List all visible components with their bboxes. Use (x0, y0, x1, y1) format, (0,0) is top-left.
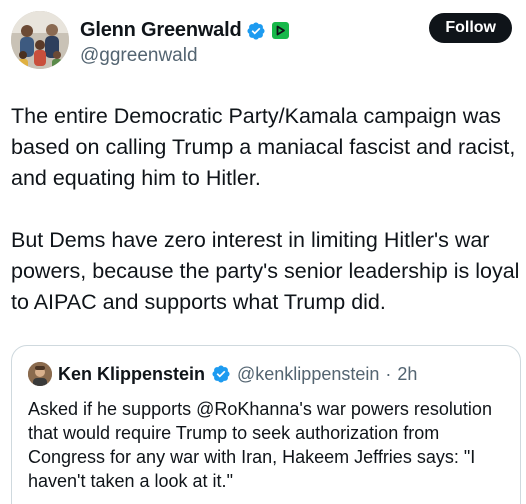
quoted-author-name[interactable]: Ken Klippenstein (58, 364, 205, 385)
author-avatar[interactable] (11, 11, 69, 69)
verified-badge-icon (211, 364, 231, 384)
tweet-paragraph: But Dems have zero interest in limiting … (11, 228, 520, 314)
tweet-header: Glenn Greenwald @ggreenwald Follow (11, 11, 515, 71)
tweet-paragraph: The entire Democratic Party/Kamala campa… (11, 104, 516, 190)
verified-badge-icon (246, 21, 266, 41)
tweet-text: The entire Democratic Party/Kamala campa… (11, 101, 521, 318)
quoted-author-handle[interactable]: @kenklippenstein (237, 364, 379, 385)
author-handle[interactable]: @ggreenwald (80, 45, 198, 67)
quoted-author-avatar[interactable] (28, 362, 52, 386)
author-display-name[interactable]: Glenn Greenwald (80, 19, 242, 42)
follow-button[interactable]: Follow (429, 13, 512, 43)
dot-separator: · (385, 363, 392, 384)
quoted-tweet-header: Ken Klippenstein @kenklippenstein · 2h (28, 362, 417, 386)
quoted-tweet-text: Asked if he supports @RoKhanna's war pow… (28, 399, 492, 491)
quoted-tweet-card[interactable]: Ken Klippenstein @kenklippenstein · 2h A… (11, 345, 521, 504)
author-name-row: Glenn Greenwald (80, 19, 290, 42)
rumble-play-icon (272, 22, 290, 39)
author-avatar-photo (11, 11, 69, 69)
quoted-timestamp[interactable]: 2h (397, 364, 417, 385)
tweet-screenshot: Glenn Greenwald @ggreenwald Follow The e… (0, 0, 526, 504)
